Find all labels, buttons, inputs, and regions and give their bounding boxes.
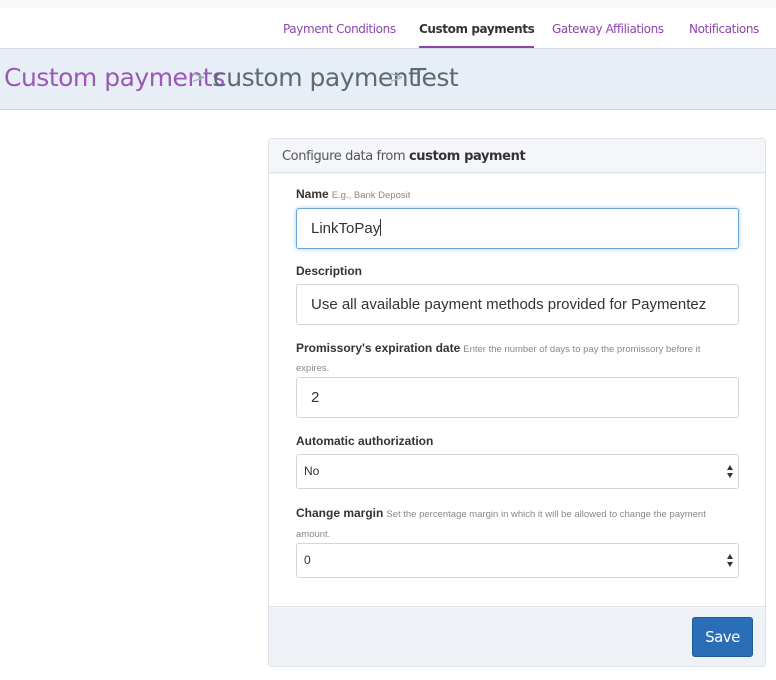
tab-custom-payments[interactable]: Custom payments (419, 8, 535, 48)
panel-footer: Save (269, 608, 765, 666)
select-arrows-icon (727, 554, 733, 567)
auto-auth-selected-value: No (304, 464, 320, 478)
breadcrumb-separator: > (389, 67, 405, 88)
top-strip (0, 0, 776, 8)
configure-panel: Configure data from custom payment Name E… (268, 138, 766, 667)
description-label: Description (296, 264, 363, 278)
save-button[interactable]: Save (692, 617, 753, 657)
expiration-days-value: 2 (311, 389, 320, 406)
tab-gateway-affiliations[interactable]: Gateway Affiliations (552, 8, 664, 48)
panel-header: Configure data from custom payment (269, 139, 765, 173)
expiration-hint: Enter the number of days to pay the prom… (463, 344, 701, 355)
tab-bar: Payment Conditions Custom payments Gatew… (0, 8, 776, 48)
change-margin-hint-continued: amount. (296, 529, 331, 540)
select-arrows-icon (727, 465, 733, 478)
panel-title-prefix: Configure data from (282, 149, 406, 164)
expiration-label-text: Promissory's expiration date (296, 341, 461, 355)
description-input[interactable]: Use all available payment methods provid… (296, 284, 739, 325)
name-input-value: LinkToPay (311, 220, 381, 237)
tab-notifications[interactable]: Notifications (689, 8, 759, 48)
change-margin-select[interactable]: 0 (296, 543, 739, 578)
name-label: Name E.g., Bank Deposit (296, 187, 410, 201)
panel-title-entity: custom payment (408, 149, 526, 164)
expiration-hint-continued: expires. (296, 363, 330, 374)
change-margin-label-text: Change margin (296, 506, 384, 520)
description-input-value: Use all available payment methods provid… (311, 296, 707, 313)
change-margin-selected-value: 0 (304, 553, 311, 567)
name-hint: E.g., Bank Deposit (331, 190, 411, 201)
auto-auth-label: Automatic authorization (296, 434, 434, 448)
tab-payment-conditions[interactable]: Payment Conditions (283, 8, 396, 48)
text-caret (380, 219, 382, 236)
change-margin-hint: Set the percentage margin in which it wi… (386, 509, 706, 520)
name-label-text: Name (296, 187, 329, 201)
breadcrumb-separator: > (191, 67, 207, 88)
change-margin-label: Change margin Set the percentage margin i… (296, 506, 706, 520)
auto-auth-select[interactable]: No (296, 454, 739, 489)
expiration-days-input[interactable]: 2 (296, 377, 739, 418)
breadcrumb: Custom payments > custom payment > Test (0, 48, 776, 110)
breadcrumb-custom-payment: custom payment (213, 63, 418, 92)
form-body: Name E.g., Bank Deposit LinkToPay Descrip… (269, 174, 765, 607)
expiration-label: Promissory's expiration date Enter the nu… (296, 341, 700, 355)
page-title: Test (411, 63, 459, 92)
name-input[interactable]: LinkToPay (296, 208, 739, 249)
panel-title: Configure data from custom payment (282, 149, 526, 164)
